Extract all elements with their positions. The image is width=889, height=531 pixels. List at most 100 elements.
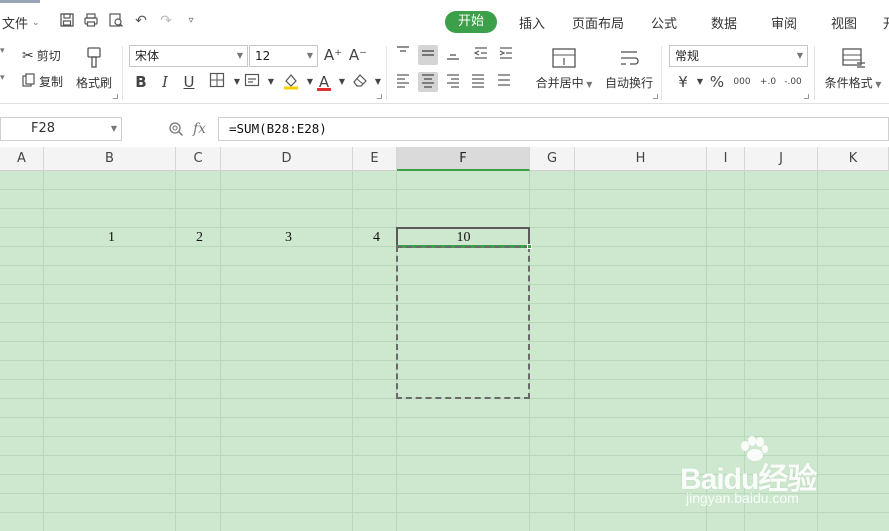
bold-button[interactable]: B bbox=[131, 72, 151, 92]
increase-font-size-icon[interactable]: A⁺ bbox=[323, 45, 343, 65]
percent-button[interactable]: % bbox=[707, 72, 727, 92]
marching-ants-range bbox=[396, 246, 530, 399]
tab-home[interactable]: 开始 bbox=[445, 11, 497, 33]
chevron-down-icon[interactable]: ▼ bbox=[332, 72, 352, 92]
align-middle-icon[interactable] bbox=[418, 45, 438, 65]
cell-c28[interactable]: 2 bbox=[176, 228, 203, 247]
align-bottom-icon[interactable] bbox=[443, 45, 463, 65]
clipboard-group-launcher[interactable] bbox=[113, 94, 118, 99]
wrap-text-button[interactable]: 自动换行 bbox=[603, 46, 655, 91]
redo-icon[interactable]: ↷ bbox=[157, 12, 175, 30]
insert-function-button[interactable]: fx bbox=[193, 121, 206, 137]
row-gridline bbox=[0, 417, 889, 418]
file-menu-label: 文件 bbox=[2, 17, 29, 32]
tab-indicator-line bbox=[0, 0, 40, 3]
number-format-select[interactable]: 常规 ▼ bbox=[669, 45, 808, 67]
format-painter-label: 格式刷 bbox=[75, 76, 112, 90]
font-name-select[interactable]: 宋体 ▼ bbox=[129, 45, 248, 67]
tab-page-layout[interactable]: 页面布局 bbox=[572, 13, 624, 32]
decrease-decimal-button[interactable]: -.00 bbox=[783, 72, 803, 92]
column-header-a[interactable]: A bbox=[0, 147, 44, 171]
chevron-down-icon: ▼ bbox=[872, 80, 882, 89]
number-group-launcher[interactable] bbox=[804, 94, 809, 99]
font-group-launcher[interactable] bbox=[377, 94, 382, 99]
font-size-select[interactable]: 12 ▼ bbox=[249, 45, 318, 67]
column-header-row: A B C D E F G H I J K bbox=[0, 147, 889, 171]
distributed-align-icon[interactable] bbox=[494, 72, 514, 92]
row-gridline bbox=[0, 208, 889, 209]
format-painter-button[interactable]: 格式刷 bbox=[74, 46, 114, 91]
customize-toolbar-icon[interactable]: ▿ bbox=[182, 12, 200, 30]
alignment-group-launcher[interactable] bbox=[653, 94, 658, 99]
ribbon-toolbar: ▾ ▾ ✂ 剪切 复制 格式刷 宋体 ▼ 12 ▼ A⁺ A⁻ B I U ▼ … bbox=[0, 42, 889, 104]
print-preview-icon[interactable] bbox=[107, 12, 125, 30]
thousands-separator-button[interactable]: 000 bbox=[732, 72, 752, 92]
file-menu[interactable]: 文件 ⌄ bbox=[2, 13, 40, 32]
decrease-font-size-icon[interactable]: A⁻ bbox=[348, 45, 368, 65]
italic-button[interactable]: I bbox=[155, 72, 175, 92]
formula-bar: F28 ▼ fx =SUM(B28:E28) bbox=[0, 113, 889, 147]
tab-view[interactable]: 视图 bbox=[831, 13, 857, 32]
name-box[interactable]: F28 ▼ bbox=[0, 117, 122, 141]
eraser-icon[interactable] bbox=[350, 72, 370, 92]
fill-color-icon[interactable] bbox=[281, 72, 301, 92]
tab-review[interactable]: 审阅 bbox=[771, 13, 797, 32]
cell-d28[interactable]: 3 bbox=[221, 228, 292, 247]
ribbon-divider bbox=[386, 46, 387, 100]
cell-style-icon[interactable] bbox=[242, 72, 262, 92]
increase-indent-icon[interactable] bbox=[496, 45, 516, 65]
merge-center-label: 合并居中 bbox=[535, 76, 584, 90]
copy-button[interactable]: 复制 bbox=[22, 73, 63, 90]
increase-decimal-button[interactable]: +.0 bbox=[758, 72, 778, 92]
formula-input[interactable]: =SUM(B28:E28) bbox=[218, 117, 889, 141]
tab-data[interactable]: 数据 bbox=[711, 13, 737, 32]
borders-icon[interactable] bbox=[207, 72, 227, 92]
tab-more[interactable]: 开 bbox=[883, 13, 889, 32]
paste-dropdown-stub[interactable]: ▾ bbox=[0, 46, 5, 56]
tab-insert[interactable]: 插入 bbox=[519, 13, 545, 32]
align-right-icon[interactable] bbox=[443, 72, 463, 92]
align-left-icon[interactable] bbox=[393, 72, 413, 92]
column-gridline bbox=[175, 171, 176, 531]
ribbon-divider bbox=[814, 46, 815, 100]
chevron-down-icon: ▼ bbox=[583, 80, 593, 89]
font-color-icon[interactable]: A bbox=[314, 72, 334, 92]
tab-formulas[interactable]: 公式 bbox=[651, 13, 677, 32]
chevron-down-icon[interactable]: ▼ bbox=[368, 72, 388, 92]
chevron-down-icon[interactable]: ▼ bbox=[261, 72, 281, 92]
wrap-text-label: 自动换行 bbox=[604, 76, 653, 90]
font-name-value: 宋体 bbox=[135, 49, 160, 63]
cell-grid[interactable]: 1 2 3 4 10 Baidu经验 jingyan.baidu.com bbox=[0, 171, 889, 531]
paint-brush-icon bbox=[74, 46, 114, 70]
paste-option-stub[interactable]: ▾ bbox=[0, 73, 5, 83]
column-header-e[interactable]: E bbox=[353, 147, 397, 171]
column-header-k[interactable]: K bbox=[818, 147, 889, 171]
align-top-icon[interactable] bbox=[393, 45, 413, 65]
column-header-h[interactable]: H bbox=[575, 147, 707, 171]
chevron-down-icon: ▼ bbox=[306, 51, 313, 60]
cell-b28[interactable]: 1 bbox=[44, 228, 115, 247]
chevron-down-icon: ▼ bbox=[236, 51, 243, 60]
column-header-j[interactable]: J bbox=[745, 147, 818, 171]
cell-e28[interactable]: 4 bbox=[353, 228, 380, 247]
column-gridline bbox=[574, 171, 575, 531]
conditional-format-button[interactable]: 条件格式 ▼ bbox=[823, 46, 883, 91]
column-header-b[interactable]: B bbox=[44, 147, 176, 171]
column-header-d[interactable]: D bbox=[221, 147, 353, 171]
save-icon[interactable] bbox=[58, 12, 76, 30]
cut-button[interactable]: ✂ 剪切 bbox=[22, 47, 61, 64]
zoom-search-icon[interactable] bbox=[167, 121, 185, 139]
column-header-c[interactable]: C bbox=[176, 147, 221, 171]
column-header-g[interactable]: G bbox=[530, 147, 575, 171]
merge-center-button[interactable]: 合并居中 ▼ bbox=[534, 46, 594, 91]
name-box-value: F28 bbox=[31, 121, 56, 136]
underline-button[interactable]: U bbox=[179, 72, 199, 92]
fill-handle[interactable] bbox=[527, 244, 532, 249]
justify-icon[interactable] bbox=[468, 72, 488, 92]
decrease-indent-icon[interactable] bbox=[471, 45, 491, 65]
align-center-icon[interactable] bbox=[418, 72, 438, 92]
column-header-i[interactable]: I bbox=[707, 147, 745, 171]
undo-icon[interactable]: ↶ bbox=[132, 12, 150, 30]
print-icon[interactable] bbox=[82, 12, 100, 30]
column-header-f[interactable]: F bbox=[397, 147, 530, 171]
